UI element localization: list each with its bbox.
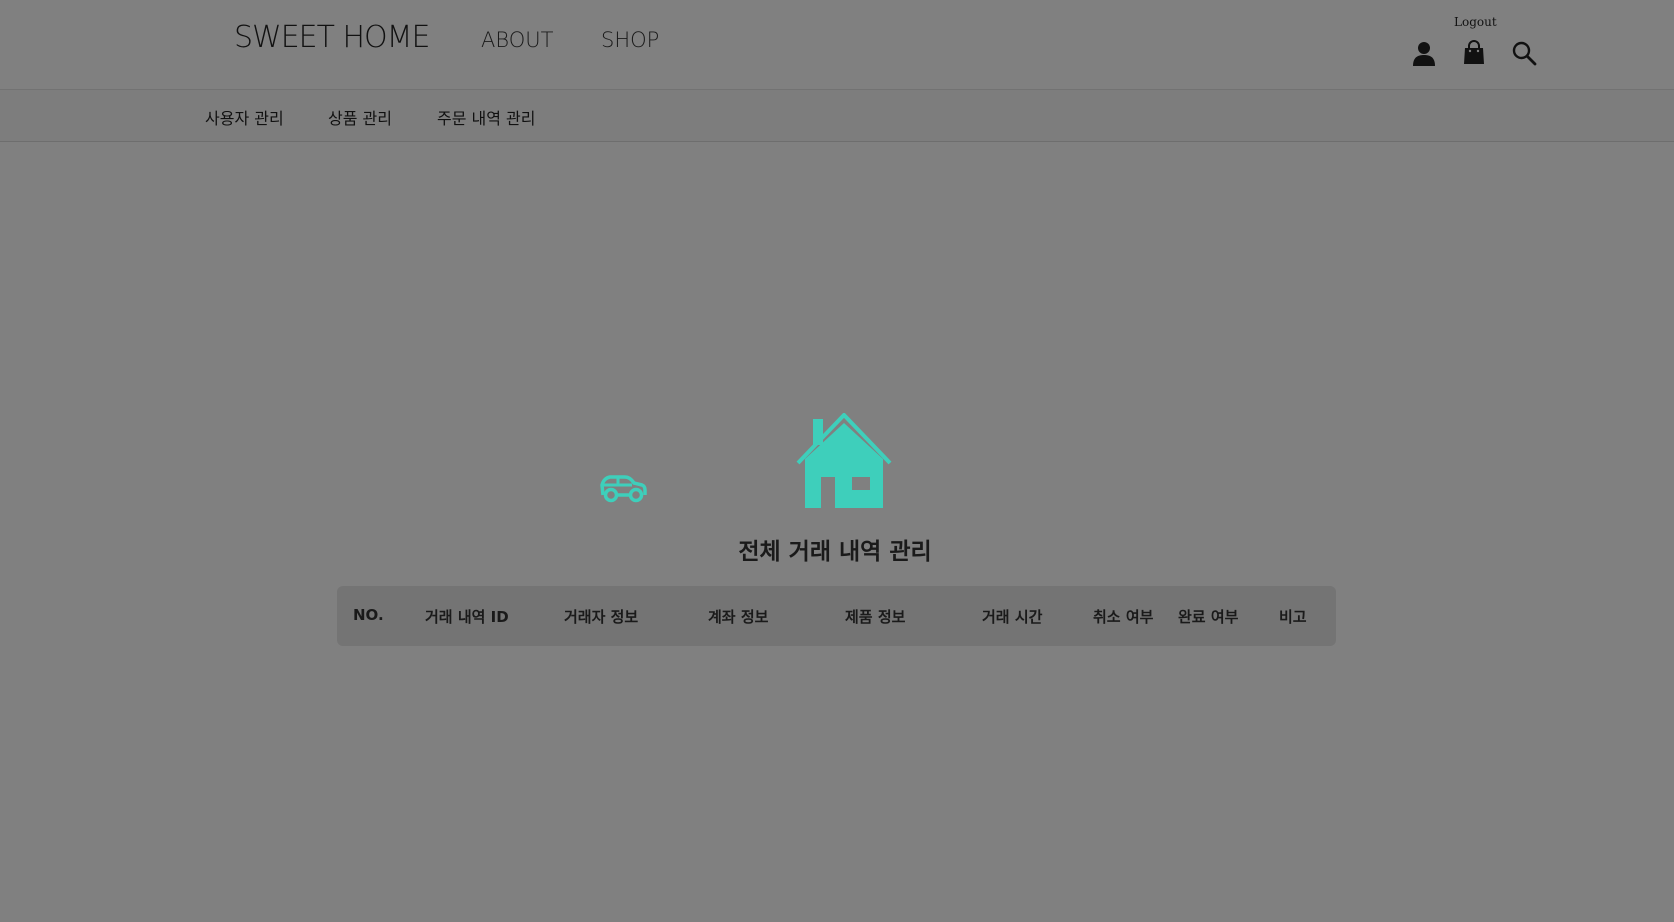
column-header-transaction-time: 거래 시간 xyxy=(982,608,1043,626)
column-header-notes: 비고 xyxy=(1279,608,1307,626)
column-header-no: NO. xyxy=(353,606,384,624)
bag-icon[interactable] xyxy=(1461,40,1487,66)
column-header-transaction-id: 거래 내역 ID xyxy=(425,608,509,626)
nav-about-link[interactable]: ABOUT xyxy=(481,28,553,52)
site-logo[interactable]: SWEET HOME xyxy=(234,20,430,55)
transactions-table-header: NO. 거래 내역 ID 거래자 정보 계좌 정보 제품 정보 거래 시간 취소… xyxy=(337,586,1336,646)
logout-link[interactable]: Logout xyxy=(1454,15,1497,29)
house-icon xyxy=(796,412,892,508)
search-icon[interactable] xyxy=(1511,40,1537,66)
column-header-completed: 완료 여부 xyxy=(1178,608,1239,626)
user-icon[interactable] xyxy=(1411,40,1437,66)
column-header-account-info: 계좌 정보 xyxy=(708,608,769,626)
nav-shop-link[interactable]: SHOP xyxy=(601,28,659,52)
car-icon xyxy=(598,468,648,504)
admin-subnav: 사용자 관리 상품 관리 주문 내역 관리 xyxy=(0,90,1674,142)
top-header: SWEET HOME ABOUT SHOP Logout xyxy=(0,0,1674,90)
admin-nav-products[interactable]: 상품 관리 xyxy=(328,105,392,129)
page-title: 전체 거래 내역 관리 xyxy=(738,539,932,566)
admin-nav-users[interactable]: 사용자 관리 xyxy=(205,105,284,129)
column-header-trader-info: 거래자 정보 xyxy=(564,608,639,626)
admin-nav-orders[interactable]: 주문 내역 관리 xyxy=(437,105,536,129)
column-header-cancelled: 취소 여부 xyxy=(1093,608,1154,626)
column-header-product-info: 제품 정보 xyxy=(845,608,906,626)
